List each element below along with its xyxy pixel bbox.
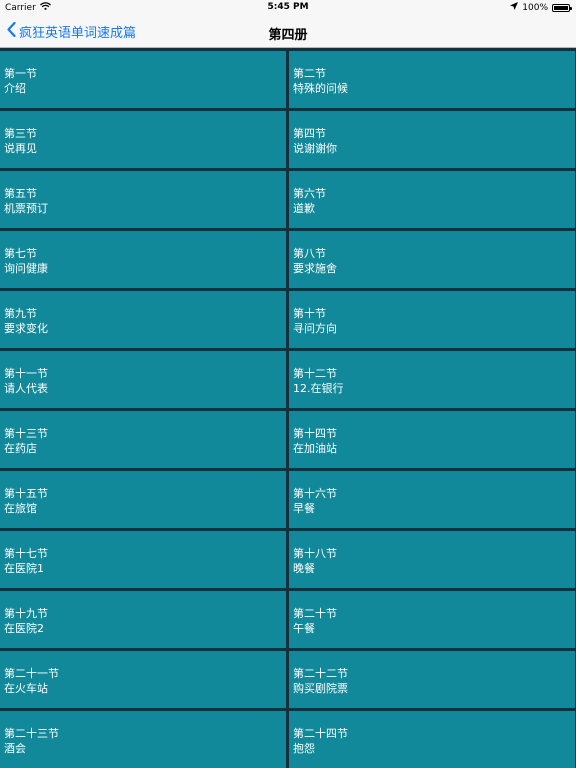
lesson-title-label: 道歉 (293, 202, 315, 215)
lesson-cell[interactable]: 第二十二节购买剧院票 (289, 651, 575, 708)
lesson-section-label: 第二节 (293, 67, 326, 80)
lesson-section-label: 第十九节 (4, 607, 48, 620)
lesson-title-label: 抱怨 (293, 742, 315, 755)
navigation-bar: 疯狂英语单词速成篇 第四册 (0, 16, 576, 48)
lesson-section-label: 第八节 (293, 247, 326, 260)
lesson-title-label: 在医院2 (4, 622, 44, 635)
lesson-cell[interactable]: 第十三节 在药店 (0, 411, 286, 468)
lesson-cell[interactable]: 第一节 介绍 (0, 51, 286, 108)
lesson-cell[interactable]: 第十六节 早餐 (289, 471, 575, 528)
lesson-section-label: 第七节 (4, 247, 37, 260)
lesson-section-label: 第二十一节 (4, 667, 59, 680)
lesson-cell[interactable]: 第六节 道歉 (289, 171, 575, 228)
lesson-section-label: 第十八节 (293, 547, 337, 560)
lesson-title-label: 机票预订 (4, 202, 48, 215)
lesson-title-label: 酒会 (4, 742, 26, 755)
location-arrow-icon (510, 2, 519, 13)
lesson-section-label: 第十七节 (4, 547, 48, 560)
lesson-section-label: 第二十三节 (4, 727, 59, 740)
lesson-title-label: 早餐 (293, 502, 315, 515)
lesson-section-label: 第十节 (293, 307, 326, 320)
lesson-section-label: 第十五节 (4, 487, 48, 500)
lesson-title-label: 要求变化 (4, 322, 48, 335)
lesson-section-label: 第十二节 (293, 367, 337, 380)
status-time: 5:45 PM (267, 2, 309, 12)
status-right-group: 100% (510, 2, 572, 13)
lesson-cell[interactable]: 第十二节 12.在银行 (289, 351, 575, 408)
lesson-title-label: 询问健康 (4, 262, 48, 275)
lesson-title-label: 12.在银行 (293, 382, 344, 395)
lesson-section-label: 第九节 (4, 307, 37, 320)
lesson-title-label: 在医院1 (4, 562, 44, 575)
lesson-section-label: 第二十四节 (293, 727, 348, 740)
lesson-cell[interactable]: 第五节 机票预订 (0, 171, 286, 228)
lesson-cell[interactable]: 第九节 要求变化 (0, 291, 286, 348)
lesson-title-label: 购买剧院票 (293, 682, 348, 695)
lesson-section-label: 第十六节 (293, 487, 337, 500)
lesson-cell[interactable]: 第十八节 晚餐 (289, 531, 575, 588)
lesson-title-label: 寻问方向 (293, 322, 337, 335)
lesson-section-label: 第十三节 (4, 427, 48, 440)
lesson-cell[interactable]: 第二十四节 抱怨 (289, 711, 575, 768)
lesson-title-label: 说再见 (4, 142, 37, 155)
lesson-title-label: 请人代表 (4, 382, 48, 395)
lesson-section-label: 第一节 (4, 67, 37, 80)
lesson-cell[interactable]: 第十九节在医院2 (0, 591, 286, 648)
lesson-cell[interactable]: 第二十三节 酒会 (0, 711, 286, 768)
lesson-cell[interactable]: 第十四节 在加油站 (289, 411, 575, 468)
lesson-cell[interactable]: 第十节 寻问方向 (289, 291, 575, 348)
lesson-title-label: 特殊的问候 (293, 82, 348, 95)
lesson-title-label: 在火车站 (4, 682, 48, 695)
battery-percent: 100% (522, 2, 548, 13)
lesson-cell[interactable]: 第八节 要求施舍 (289, 231, 575, 288)
page-title: 第四册 (268, 28, 308, 43)
lesson-cell[interactable]: 第十五节 在旅馆 (0, 471, 286, 528)
lesson-cell[interactable]: 第四节 说谢谢你 (289, 111, 575, 168)
lesson-cell[interactable]: 第二十一节 在火车站 (0, 651, 286, 708)
lesson-cell[interactable]: 第二十节 午餐 (289, 591, 575, 648)
lesson-title-label: 说谢谢你 (293, 142, 337, 155)
status-bar: Carrier 5:45 PM 100% (0, 0, 576, 16)
lesson-title-label: 介绍 (4, 82, 26, 95)
lesson-section-label: 第四节 (293, 127, 326, 140)
lesson-section-label: 第二十节 (293, 607, 337, 620)
lesson-title-label: 在旅馆 (4, 502, 37, 515)
lesson-cell[interactable]: 第三节 说再见 (0, 111, 286, 168)
lesson-cell[interactable]: 第七节 询问健康 (0, 231, 286, 288)
lesson-section-label: 第二十二节 (293, 667, 348, 680)
lesson-cell[interactable]: 第十一节 请人代表 (0, 351, 286, 408)
lesson-cell[interactable]: 第二节 特殊的问候 (289, 51, 575, 108)
lesson-section-label: 第十四节 (293, 427, 337, 440)
lesson-title-label: 晚餐 (293, 562, 315, 575)
lesson-section-label: 第五节 (4, 187, 37, 200)
lesson-title-label: 要求施舍 (293, 262, 337, 275)
battery-icon (552, 3, 572, 12)
lesson-section-label: 第三节 (4, 127, 37, 140)
lesson-cell[interactable]: 第十七节在医院1 (0, 531, 286, 588)
lesson-grid: 第一节 介绍 第二节 特殊的问候 第三节 说再见 第四节 说谢谢你 第五节 机票预订 第六节 道歉 第七… (0, 48, 576, 768)
lesson-title-label: 在药店 (4, 442, 37, 455)
lesson-section-label: 第六节 (293, 187, 326, 200)
lesson-title-label: 在加油站 (293, 442, 337, 455)
lesson-title-label: 午餐 (293, 622, 315, 635)
lesson-section-label: 第十一节 (4, 367, 48, 380)
